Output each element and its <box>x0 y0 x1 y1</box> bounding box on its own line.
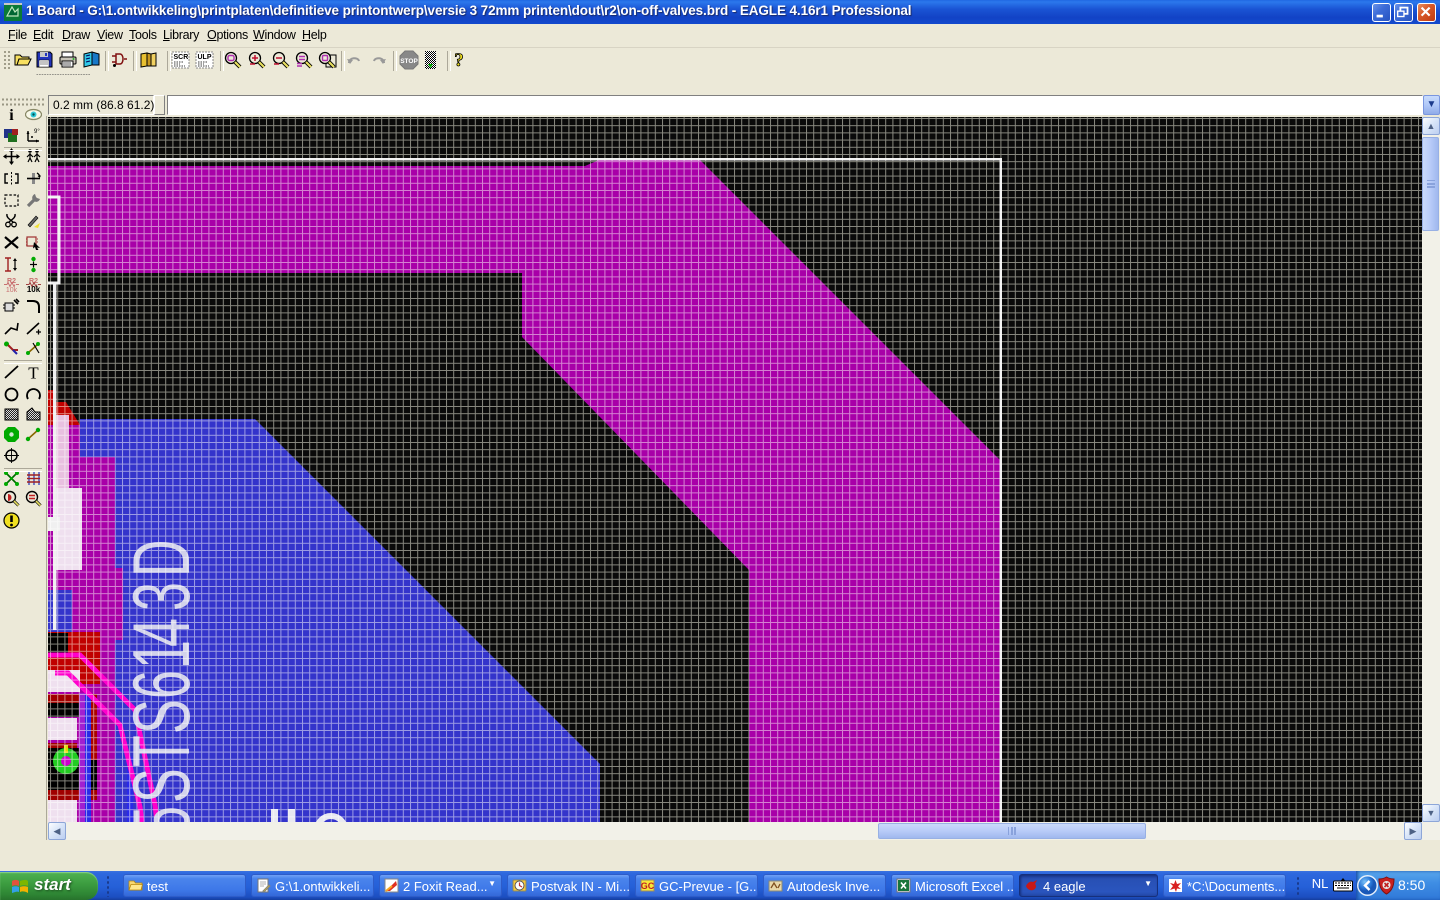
svg-text:STOP: STOP <box>400 58 418 65</box>
svg-text:10k: 10k <box>27 285 41 293</box>
svg-text:i: i <box>9 107 14 123</box>
svg-text:GC: GC <box>641 881 655 891</box>
svg-text:10k: 10k <box>6 287 18 293</box>
svg-text:T: T <box>28 364 39 381</box>
svg-text:ULP: ULP <box>198 54 212 61</box>
svg-text:?: ? <box>454 50 464 70</box>
svg-text:9°: 9° <box>34 129 40 135</box>
svg-text:SCR: SCR <box>174 54 189 61</box>
